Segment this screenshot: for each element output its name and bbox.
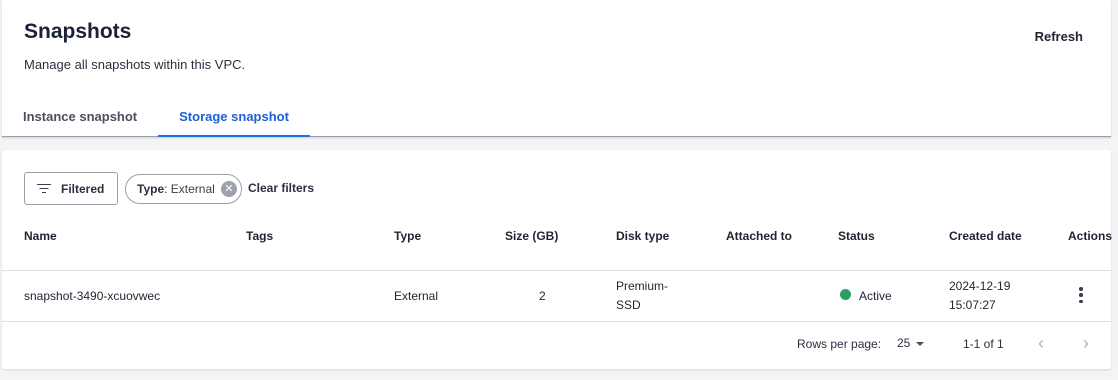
cell-disk-type-line2: SSD	[616, 298, 641, 312]
chip-key: Type	[137, 182, 165, 196]
page-title: Snapshots	[24, 20, 132, 43]
cell-created-date: 2024-12-19	[949, 279, 1011, 293]
page-header: Snapshots Manage all snapshots within th…	[2, 0, 1111, 137]
cell-size: 2	[539, 289, 546, 303]
column-header-attached-to[interactable]: Attached to	[726, 229, 792, 243]
more-vertical-icon[interactable]	[1077, 287, 1085, 303]
page-subtitle: Manage all snapshots within this VPC.	[24, 57, 246, 72]
cell-type: External	[394, 289, 439, 303]
column-header-actions: Actions	[1068, 229, 1113, 243]
filter-button-label: Filtered	[61, 181, 105, 196]
row-divider	[2, 321, 1111, 322]
column-header-type[interactable]: Type	[394, 229, 421, 243]
column-header-name[interactable]: Name	[24, 229, 57, 243]
cell-status: Active	[859, 289, 892, 303]
filter-chip-type: Type : External ✕	[125, 174, 242, 204]
status-active-dot-icon	[840, 289, 851, 300]
refresh-button[interactable]: Refresh	[1035, 29, 1083, 44]
tab-bar: Instance snapshot Storage snapshot	[2, 96, 310, 137]
cell-created-time: 15:07:27	[949, 298, 996, 312]
cell-name: snapshot-3490-xcuovwec	[24, 289, 161, 303]
caret-down-icon	[916, 342, 925, 346]
close-circle-icon[interactable]: ✕	[220, 181, 237, 197]
clear-filters-button[interactable]: Clear filters	[248, 181, 314, 195]
chevron-right-icon[interactable]: ›	[1083, 334, 1089, 352]
column-header-tags[interactable]: Tags	[246, 229, 273, 243]
snapshots-table-card: Filtered Type : External ✕ Clear filters…	[2, 150, 1113, 369]
filter-button[interactable]: Filtered	[24, 172, 118, 205]
pagination-range: 1-1 of 1	[963, 337, 1004, 351]
tab-storage-snapshot[interactable]: Storage snapshot	[158, 96, 310, 137]
chip-value: External	[167, 182, 215, 196]
rows-per-page-label: Rows per page:	[797, 337, 882, 351]
column-header-disk-type[interactable]: Disk type	[616, 229, 669, 243]
column-header-status[interactable]: Status	[838, 229, 875, 243]
tab-instance-snapshot[interactable]: Instance snapshot	[2, 96, 158, 136]
chevron-left-icon[interactable]: ‹	[1038, 334, 1044, 352]
rows-per-page-value: 25	[897, 336, 911, 350]
rows-per-page-select[interactable]: 25	[897, 336, 925, 350]
cell-disk-type-line1: Premium-	[616, 279, 669, 293]
column-header-size[interactable]: Size (GB)	[505, 229, 558, 243]
header-divider	[2, 270, 1111, 271]
column-header-created-date[interactable]: Created date	[949, 229, 1022, 243]
filter-list-icon	[37, 183, 51, 194]
